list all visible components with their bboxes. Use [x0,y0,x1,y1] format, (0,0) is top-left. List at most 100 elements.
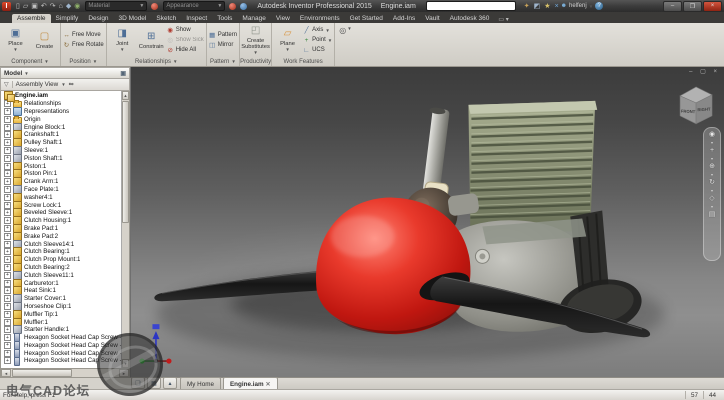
tab-manage[interactable]: Manage [237,14,271,23]
look-at-icon[interactable]: ◇ [709,195,714,203]
expander-icon[interactable]: + [4,319,11,326]
zoom-icon[interactable]: ⊕ [709,163,715,171]
tab-get-started[interactable]: Get Started [345,14,388,23]
favorites-star-icon[interactable]: ★ [544,2,550,11]
expander-icon[interactable]: + [4,124,11,131]
ribbon-group-title[interactable]: Relationships▼ [107,57,206,66]
expander-icon[interactable]: + [4,295,11,302]
create-button[interactable]: ▢Create [31,30,58,50]
tab-environments[interactable]: Environments [295,14,345,23]
pan-icon[interactable]: + [710,147,714,155]
presentation-icon[interactable]: ▭ ▾ [498,16,508,23]
inventor-logo-icon[interactable]: I [2,2,11,11]
expander-icon[interactable]: + [4,303,11,310]
expander-icon[interactable]: + [4,194,11,201]
expander-icon[interactable]: + [4,217,11,224]
expander-icon[interactable]: + [4,248,11,255]
restore-button[interactable]: ❐ [683,1,702,12]
expander-icon[interactable]: + [4,334,11,341]
constrain-button[interactable]: ⊞Constrain [138,30,165,50]
tab-tools[interactable]: Tools [212,14,237,23]
ribbon-group-title[interactable]: Component▼ [0,57,60,66]
expander-icon[interactable]: + [4,233,11,240]
sign-in-icon[interactable]: ◩ [534,2,541,11]
scroll-left-icon[interactable]: ◄ [1,369,11,377]
expander-icon[interactable]: + [4,139,11,146]
clear-appearance-icon[interactable] [240,3,247,10]
tab-3d-model[interactable]: 3D Model [114,14,152,23]
expander-icon[interactable]: + [4,108,11,115]
place-button[interactable]: ▣Place▼ [2,27,29,53]
scroll-up-icon[interactable]: ▲ [122,91,129,100]
joint-button[interactable]: ◨Joint▼ [109,27,136,53]
browser-dock-icon[interactable]: ▣ [120,70,126,77]
expander-icon[interactable]: + [4,311,11,318]
expander-icon[interactable]: + [4,264,11,271]
tree-item-washer4-1[interactable]: +washer4:1 [1,193,121,201]
filter-icon[interactable]: ▽ [4,81,9,88]
free-move-button[interactable]: ↔Free Move [63,31,104,40]
vertical-scrollbar[interactable]: ▲ ▼ [121,91,129,368]
save-icon[interactable]: ▣ [31,2,38,11]
adjust-material-icon[interactable] [151,3,158,10]
return-icon[interactable]: ◆ [66,2,71,11]
expander-icon[interactable]: + [4,350,11,357]
expander-icon[interactable]: + [4,225,11,232]
home-icon[interactable]: ⌂ [59,2,63,11]
orbit-icon[interactable]: ↻ [709,179,715,187]
wrench-icon[interactable]: ✦ [524,2,530,11]
ribbon-group-title[interactable]: Position▼ [61,57,106,66]
tab-assemble[interactable]: Assemble [12,14,51,23]
expand-tabs-icon[interactable]: ▴ [163,377,177,389]
tab-simplify[interactable]: Simplify [51,14,84,23]
tab-vault[interactable]: Vault [420,14,444,23]
full-navigation-wheel-icon[interactable]: ◉ [709,131,715,139]
mirror-button[interactable]: ◫Mirror [209,41,237,50]
tree-root-engine-iam[interactable]: Engine.iam [1,92,121,100]
appearance-dropdown[interactable]: Appearance▼ [163,1,225,11]
expander-icon[interactable]: + [4,186,11,193]
expander-icon[interactable]: + [4,241,11,248]
expander-icon[interactable]: + [4,280,11,287]
plane-button[interactable]: ▱Plane▼ [274,27,301,53]
tab-view[interactable]: View [271,14,295,23]
expander-icon[interactable]: + [4,256,11,263]
expander-icon[interactable]: + [4,170,11,177]
help-icon[interactable]: ? [595,2,603,10]
axis-button[interactable]: ╱Axis▼ [303,26,332,35]
tab-add-ins[interactable]: Add-Ins [388,14,420,23]
viewport-3d[interactable]: FRONT RIGHT – ▢ × ◉▾+▾⊕▾↻▾◇▾▤ [131,67,724,378]
close-tab-icon[interactable]: ✕ [266,381,271,388]
tree-item-clutch-sleeve11-1[interactable]: +Clutch Sleeve11:1 [1,271,121,279]
redo-icon[interactable]: ↷ [50,2,56,11]
tree-item-muffler-tip-1[interactable]: +Muffler Tip:1 [1,310,121,318]
view-face-icon[interactable]: ▤ [709,211,716,219]
sync-icon[interactable]: × [555,2,559,11]
expander-icon[interactable]: + [4,131,11,138]
browser-title-bar[interactable]: Model ▼ ▣ [0,67,130,79]
expander-icon[interactable]: + [4,326,11,333]
ucs-button[interactable]: ∟UCS [303,46,332,55]
expander-icon[interactable]: + [4,209,11,216]
expander-icon[interactable]: + [4,163,11,170]
tree-item-representations[interactable]: +Representations [1,108,121,116]
tab-inspect[interactable]: Inspect [181,14,212,23]
tree-item-brake-pad-2[interactable]: +Brake Pad:2 [1,232,121,240]
user-account-button[interactable]: ☻helfenj▼ [561,3,593,9]
tab-autodesk-360[interactable]: Autodesk 360 [445,14,495,23]
free-rotate-button[interactable]: ↻Free Rotate [63,41,104,50]
open-icon[interactable]: ▱ [23,2,28,11]
expander-icon[interactable]: + [4,147,11,154]
pattern-button[interactable]: ▦Pattern [209,31,237,40]
expander-icon[interactable]: + [4,287,11,294]
expander-icon[interactable]: + [4,155,11,162]
expander-icon[interactable]: + [4,116,11,123]
assembly-view-selector[interactable]: Assembly View [16,81,59,88]
hide-all-button[interactable]: ⊘Hide All [167,46,204,55]
tab-design[interactable]: Design [83,14,113,23]
close-button[interactable]: × [703,1,722,12]
adjust-appearance-icon[interactable] [229,3,236,10]
search-input[interactable] [426,1,516,11]
show-sick-button[interactable]: ◎Show Sick [167,36,204,45]
expander-icon[interactable]: + [4,342,11,349]
